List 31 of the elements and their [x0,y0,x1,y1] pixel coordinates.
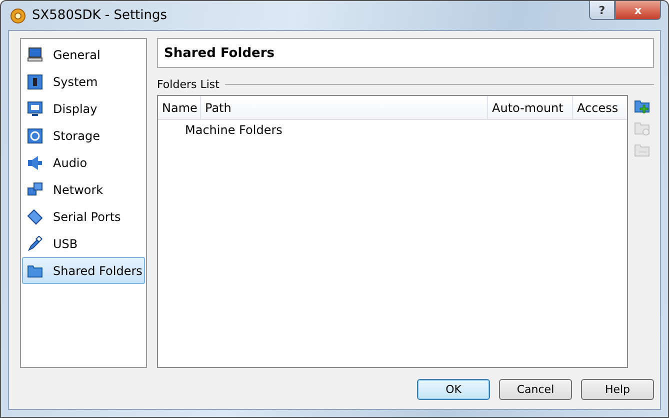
add-folder-icon[interactable] [634,98,650,114]
sidebar-item[interactable]: System [22,68,145,95]
tree-row[interactable]: Machine Folders [158,120,627,140]
sidebar-item[interactable]: USB [22,230,145,257]
help-button[interactable]: ? [589,1,615,20]
sidebar-item[interactable]: Network [22,176,145,203]
sidebar-item[interactable]: General [22,41,145,68]
column-header[interactable]: Path [201,96,488,119]
column-header[interactable]: Name [158,96,201,119]
column-header[interactable]: Access [573,96,627,119]
dialog-button[interactable]: OK [417,379,490,400]
folder-icon [27,262,43,278]
group-label: Folders List [157,78,220,91]
sidebar-item[interactable]: Serial Ports [22,203,145,230]
usb-plug-icon [27,236,43,252]
sidebar-item[interactable]: Storage [22,122,145,149]
dialog-button[interactable]: Help [581,379,654,400]
computer-icon [27,46,43,62]
sidebar-item[interactable]: Display [22,95,145,122]
network-icon [27,182,43,198]
column-header[interactable]: Auto-mount [488,96,573,119]
window-title: SX580SDK - Settings [32,8,168,23]
monitor-icon [27,100,43,116]
dialog-button[interactable]: Cancel [499,379,572,400]
sidebar-item[interactable]: Shared Folders [22,257,145,284]
disk-icon [27,128,43,144]
sidebar-item[interactable]: Audio [22,149,145,176]
speaker-icon [27,154,43,170]
serial-port-icon [27,208,43,224]
chip-icon [27,74,43,90]
page-title: Shared Folders [157,38,654,68]
